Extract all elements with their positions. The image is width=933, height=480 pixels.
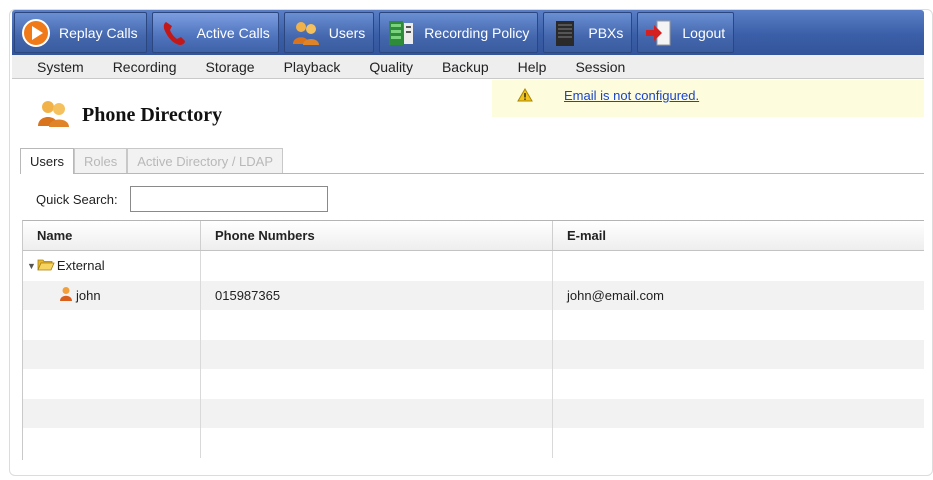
grid-header: Name Phone Numbers E-mail [23, 221, 924, 251]
column-header-name[interactable]: Name [23, 221, 201, 250]
phone-number-cell: 015987365 [201, 280, 553, 310]
recording-policy-icon [386, 18, 416, 48]
users-grid: Name Phone Numbers E-mail ▼ External joh… [22, 220, 924, 460]
phone-handset-icon [159, 18, 189, 48]
main-toolbar: Replay Calls Active Calls Users Recordin… [12, 10, 924, 55]
recording-policy-label: Recording Policy [424, 24, 530, 41]
directory-tabs: Users Roles Active Directory / LDAP [20, 148, 924, 174]
menu-session[interactable]: Session [575, 59, 625, 75]
users-icon [36, 98, 70, 133]
quick-search-label: Quick Search: [36, 191, 118, 207]
menu-help[interactable]: Help [518, 59, 547, 75]
users-label: Users [328, 24, 366, 41]
pbx-icon [550, 18, 580, 48]
empty-row [23, 339, 924, 369]
user-icon [59, 286, 73, 304]
tab-roles[interactable]: Roles [73, 148, 128, 173]
empty-row [23, 398, 924, 428]
logout-door-icon [644, 18, 674, 48]
quick-search-input[interactable] [129, 186, 328, 212]
email-notice: Email is not configured. [492, 80, 924, 117]
recording-policy-button[interactable]: Recording Policy [379, 12, 539, 53]
replay-calls-label: Replay Calls [59, 24, 138, 41]
users-icon [291, 18, 321, 48]
user-name-cell: john [76, 287, 101, 303]
users-button[interactable]: Users [283, 12, 375, 53]
play-icon [21, 18, 51, 48]
menu-storage[interactable]: Storage [206, 59, 255, 75]
email-cell: john@email.com [567, 287, 665, 303]
menu-bar: System Recording Storage Playback Qualit… [12, 55, 924, 79]
logout-label: Logout [682, 24, 726, 41]
tab-users[interactable]: Users [20, 148, 74, 174]
warning-icon [517, 88, 539, 105]
column-header-phone-numbers[interactable]: Phone Numbers [201, 221, 553, 250]
pbxs-label: PBXs [588, 24, 624, 41]
menu-recording[interactable]: Recording [113, 59, 177, 75]
pbxs-button[interactable]: PBXs [543, 12, 633, 53]
menu-system[interactable]: System [37, 59, 84, 75]
menu-backup[interactable]: Backup [442, 59, 489, 75]
grid-body: ▼ External john 015987365 john@email.com [23, 251, 924, 458]
group-row-external[interactable]: ▼ External [23, 251, 924, 281]
replay-calls-button[interactable]: Replay Calls [14, 12, 147, 53]
empty-row [23, 369, 924, 399]
email-not-configured-link[interactable]: Email is not configured. [564, 88, 699, 103]
logout-button[interactable]: Logout [637, 12, 735, 53]
expand-arrow-icon[interactable]: ▼ [27, 261, 36, 271]
menu-quality[interactable]: Quality [369, 59, 413, 75]
menu-playback[interactable]: Playback [284, 59, 341, 75]
quick-search-row: Quick Search: [36, 186, 328, 212]
page-header: Phone Directory [36, 98, 222, 133]
active-calls-label: Active Calls [196, 24, 270, 41]
group-name: External [56, 258, 105, 274]
column-header-email[interactable]: E-mail [553, 221, 924, 250]
tab-active-directory-ldap[interactable]: Active Directory / LDAP [127, 148, 284, 173]
table-row[interactable]: john 015987365 john@email.com [23, 280, 924, 310]
page-title: Phone Directory [82, 104, 223, 126]
empty-row [23, 310, 924, 340]
active-calls-button[interactable]: Active Calls [151, 12, 279, 53]
empty-row [23, 428, 924, 458]
folder-open-icon [37, 258, 55, 274]
